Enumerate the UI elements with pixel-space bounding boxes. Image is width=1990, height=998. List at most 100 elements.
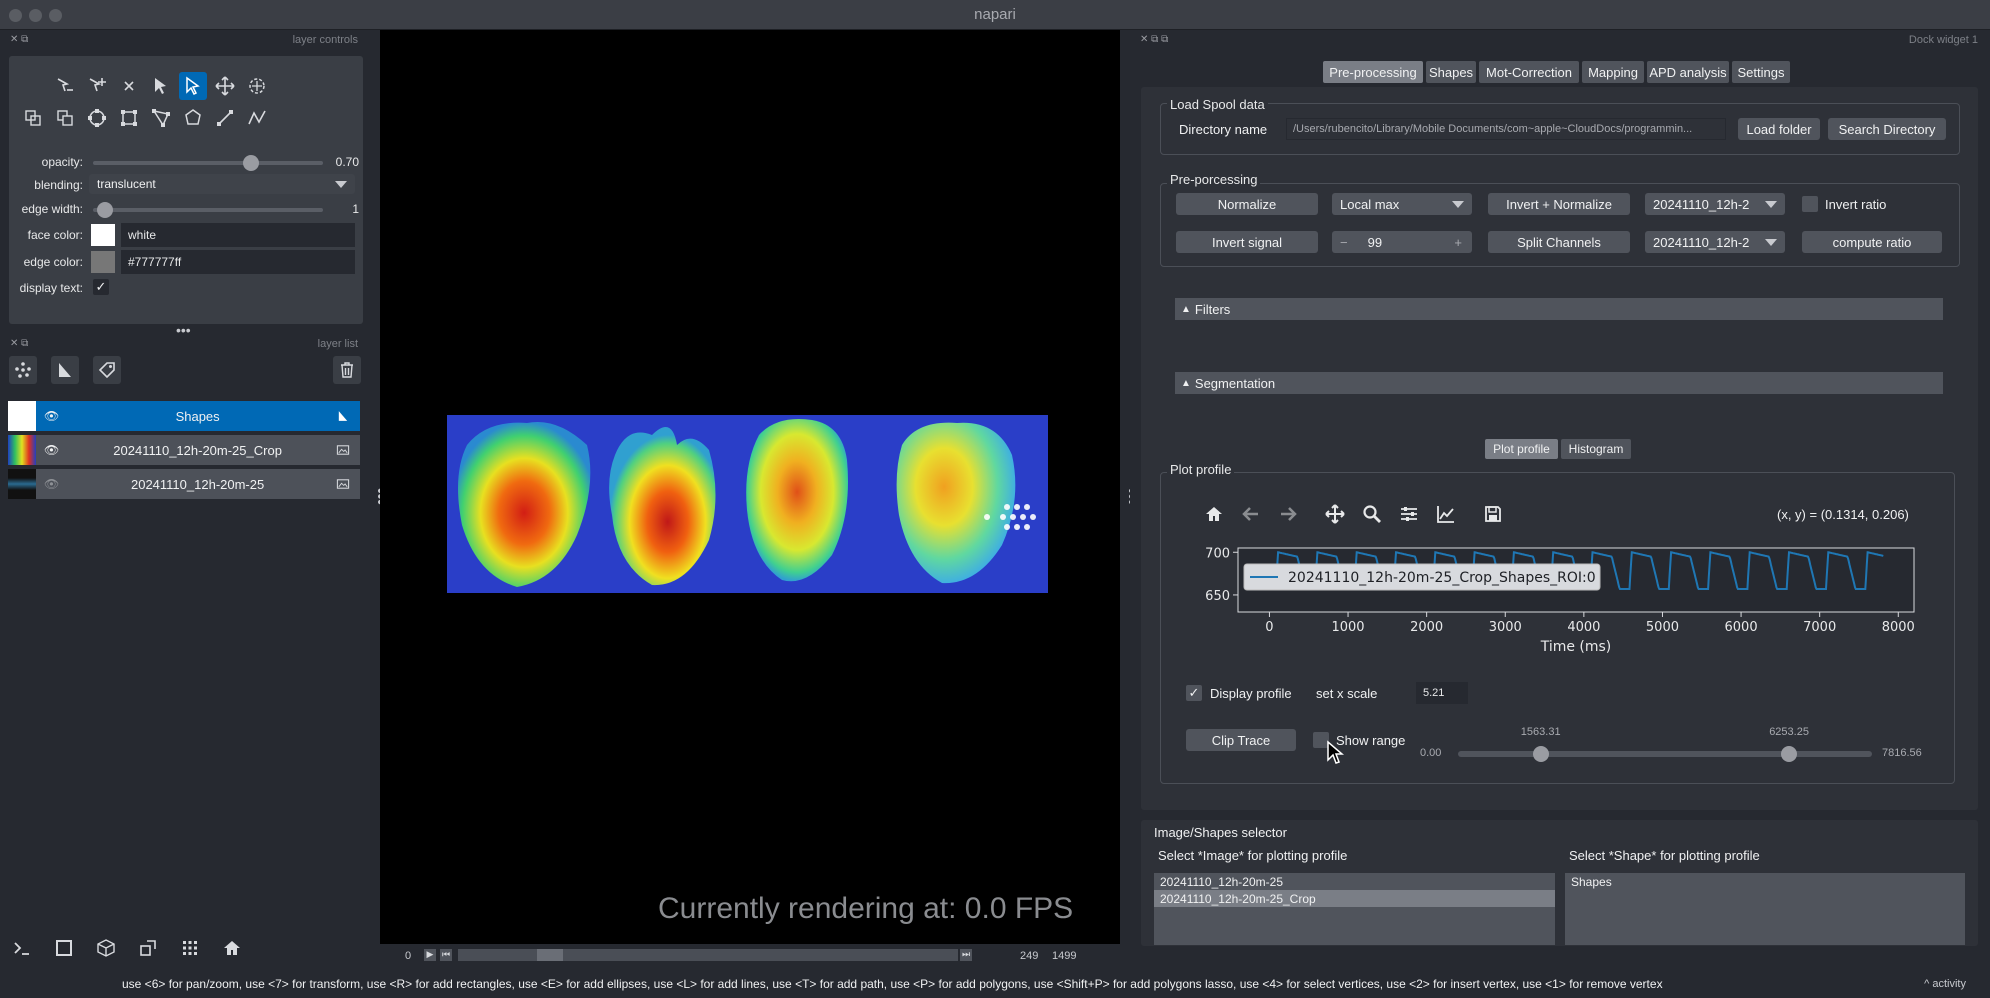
invert-signal-button[interactable]: Invert signal <box>1176 231 1318 253</box>
tab-pre-processing[interactable]: Pre-processing <box>1323 61 1423 83</box>
frame-slider-handle[interactable] <box>536 949 563 961</box>
layer-row-crop[interactable]: 👁 20241110_12h-20m-25_Crop <box>8 435 360 465</box>
edge-width-slider[interactable] <box>93 208 323 212</box>
add-rectangle-tool[interactable] <box>115 104 143 132</box>
insert-vertex-tool[interactable] <box>83 72 111 100</box>
new-labels-layer-button[interactable] <box>93 356 121 384</box>
blending-dropdown[interactable]: translucent <box>89 174 355 194</box>
edit-axis-icon[interactable] <box>1432 500 1460 528</box>
display-profile-checkbox[interactable]: ✓ <box>1186 685 1202 701</box>
image-list-item[interactable]: 20241110_12h-20m-25 <box>1154 873 1555 890</box>
spin-value[interactable]: 99 <box>1368 235 1382 250</box>
edge-color-field[interactable]: #777777ff <box>121 250 355 274</box>
image-dropdown-1[interactable]: 20241110_12h-2 <box>1645 193 1785 215</box>
transform-tool[interactable] <box>243 72 271 100</box>
new-points-layer-button[interactable] <box>9 356 37 384</box>
edge-color-swatch[interactable] <box>91 251 115 273</box>
range-slider[interactable] <box>1458 751 1872 757</box>
image-list[interactable]: 20241110_12h-20m-25 20241110_12h-20m-25_… <box>1154 873 1555 945</box>
forward-arrow-icon[interactable] <box>1274 500 1302 528</box>
filters-collapsible[interactable]: ▲ Filters <box>1175 298 1943 320</box>
image-dropdown-2[interactable]: 20241110_12h-2 <box>1645 231 1785 253</box>
move-front-tool[interactable] <box>51 104 79 132</box>
edge-width-slider-handle[interactable] <box>97 202 113 218</box>
search-directory-button[interactable]: Search Directory <box>1828 118 1946 140</box>
pan-zoom-tool[interactable] <box>211 72 239 100</box>
display-text-checkbox[interactable]: ✓ <box>93 279 109 295</box>
dock-float-icon[interactable]: ✕ ⧉ <box>10 338 28 349</box>
transpose-button[interactable] <box>134 934 162 962</box>
profile-chart[interactable]: 0 1000 2000 3000 4000 5000 6000 7000 8000 650 700… <box>1190 538 1940 658</box>
dock-close-icon[interactable]: ✕ ⧉ ⧉ <box>1140 34 1168 45</box>
normalize-method-dropdown[interactable]: Local max <box>1332 193 1472 215</box>
new-shapes-layer-button[interactable] <box>51 356 79 384</box>
x-scale-input[interactable]: 5.21 <box>1416 682 1468 704</box>
shape-list-item[interactable]: Shapes <box>1565 873 1965 890</box>
home-icon[interactable] <box>1200 500 1228 528</box>
invert-ratio-checkbox[interactable] <box>1802 196 1818 212</box>
load-folder-button[interactable]: Load folder <box>1738 118 1820 140</box>
clip-trace-button[interactable]: Clip Trace <box>1186 729 1296 751</box>
tab-plot-profile[interactable]: Plot profile <box>1485 439 1558 459</box>
select-shapes-tool[interactable] <box>147 72 175 100</box>
directory-path-field[interactable]: /Users/rubencito/Library/Mobile Document… <box>1286 118 1726 140</box>
home-button[interactable] <box>218 934 246 962</box>
tab-shapes[interactable]: Shapes <box>1426 61 1476 83</box>
dock-float-icon[interactable]: ✕ ⧉ <box>10 34 28 45</box>
image-list-item-selected[interactable]: 20241110_12h-20m-25_Crop <box>1154 890 1555 907</box>
roll-dims-button[interactable] <box>92 934 120 962</box>
ndisplay-button[interactable] <box>50 934 78 962</box>
back-arrow-icon[interactable] <box>1237 500 1265 528</box>
segmentation-collapsible[interactable]: ▲ Segmentation <box>1175 372 1943 394</box>
spinbox[interactable]: − 99 + <box>1332 231 1472 253</box>
add-polygon-tool[interactable] <box>147 104 175 132</box>
add-ellipse-tool[interactable] <box>83 104 111 132</box>
face-color-swatch[interactable] <box>91 224 115 246</box>
add-polygon-lasso-tool[interactable] <box>179 104 207 132</box>
delete-layer-button[interactable] <box>333 356 361 384</box>
normalize-button[interactable]: Normalize <box>1176 193 1318 215</box>
activity-button[interactable]: ^ activity <box>1924 978 1966 990</box>
save-figure-icon[interactable] <box>1479 500 1507 528</box>
move-back-tool[interactable] <box>19 104 47 132</box>
configure-subplots-icon[interactable] <box>1395 500 1423 528</box>
step-forward-button[interactable]: ⏭ <box>960 949 972 961</box>
current-frame-value[interactable]: 249 <box>1020 950 1038 962</box>
frame-slider[interactable] <box>458 949 958 961</box>
visibility-eye-icon[interactable]: 👁 <box>44 443 59 457</box>
step-back-button[interactable]: ⏮ <box>440 949 452 961</box>
layer-row-shapes[interactable]: 👁 Shapes <box>8 401 360 431</box>
spin-increment-button[interactable]: + <box>1454 235 1462 250</box>
hidden-eye-icon[interactable]: 👁 <box>44 477 59 491</box>
tab-settings[interactable]: Settings <box>1732 61 1790 83</box>
tab-histogram[interactable]: Histogram <box>1561 439 1631 459</box>
compute-ratio-button[interactable]: compute ratio <box>1802 231 1942 253</box>
spin-decrement-button[interactable]: − <box>1340 235 1348 250</box>
opacity-slider[interactable] <box>93 161 323 165</box>
maximize-window-button[interactable] <box>49 9 62 22</box>
layer-row-original[interactable]: 👁 20241110_12h-20m-25 <box>8 469 360 499</box>
shape-list[interactable]: Shapes <box>1565 873 1965 945</box>
add-path-tool[interactable] <box>243 104 271 132</box>
grid-button[interactable] <box>176 934 204 962</box>
pan-icon[interactable] <box>1321 500 1349 528</box>
range-low-handle[interactable] <box>1532 746 1549 762</box>
console-button[interactable] <box>8 934 36 962</box>
play-button[interactable]: ▶ <box>424 949 436 961</box>
tab-mot-correction[interactable]: Mot-Correction <box>1479 61 1579 83</box>
viewer-canvas[interactable]: Currently rendering at: 0.0 FPS <box>380 30 1120 944</box>
direct-select-tool[interactable] <box>179 72 207 100</box>
invert-normalize-button[interactable]: Invert + Normalize <box>1488 193 1630 215</box>
split-channels-button[interactable]: Split Channels <box>1488 231 1630 253</box>
remove-vertex-tool[interactable] <box>115 72 143 100</box>
tab-apd-analysis[interactable]: APD analysis <box>1647 61 1729 83</box>
zoom-icon[interactable] <box>1358 500 1386 528</box>
opacity-slider-handle[interactable] <box>242 155 259 171</box>
add-line-tool[interactable] <box>211 104 239 132</box>
select-vertices-tool[interactable] <box>51 72 79 100</box>
minimize-window-button[interactable] <box>29 9 42 22</box>
face-color-field[interactable]: white <box>121 223 355 247</box>
close-window-button[interactable] <box>9 9 22 22</box>
visibility-eye-icon[interactable]: 👁 <box>44 409 59 423</box>
tab-mapping[interactable]: Mapping <box>1582 61 1644 83</box>
